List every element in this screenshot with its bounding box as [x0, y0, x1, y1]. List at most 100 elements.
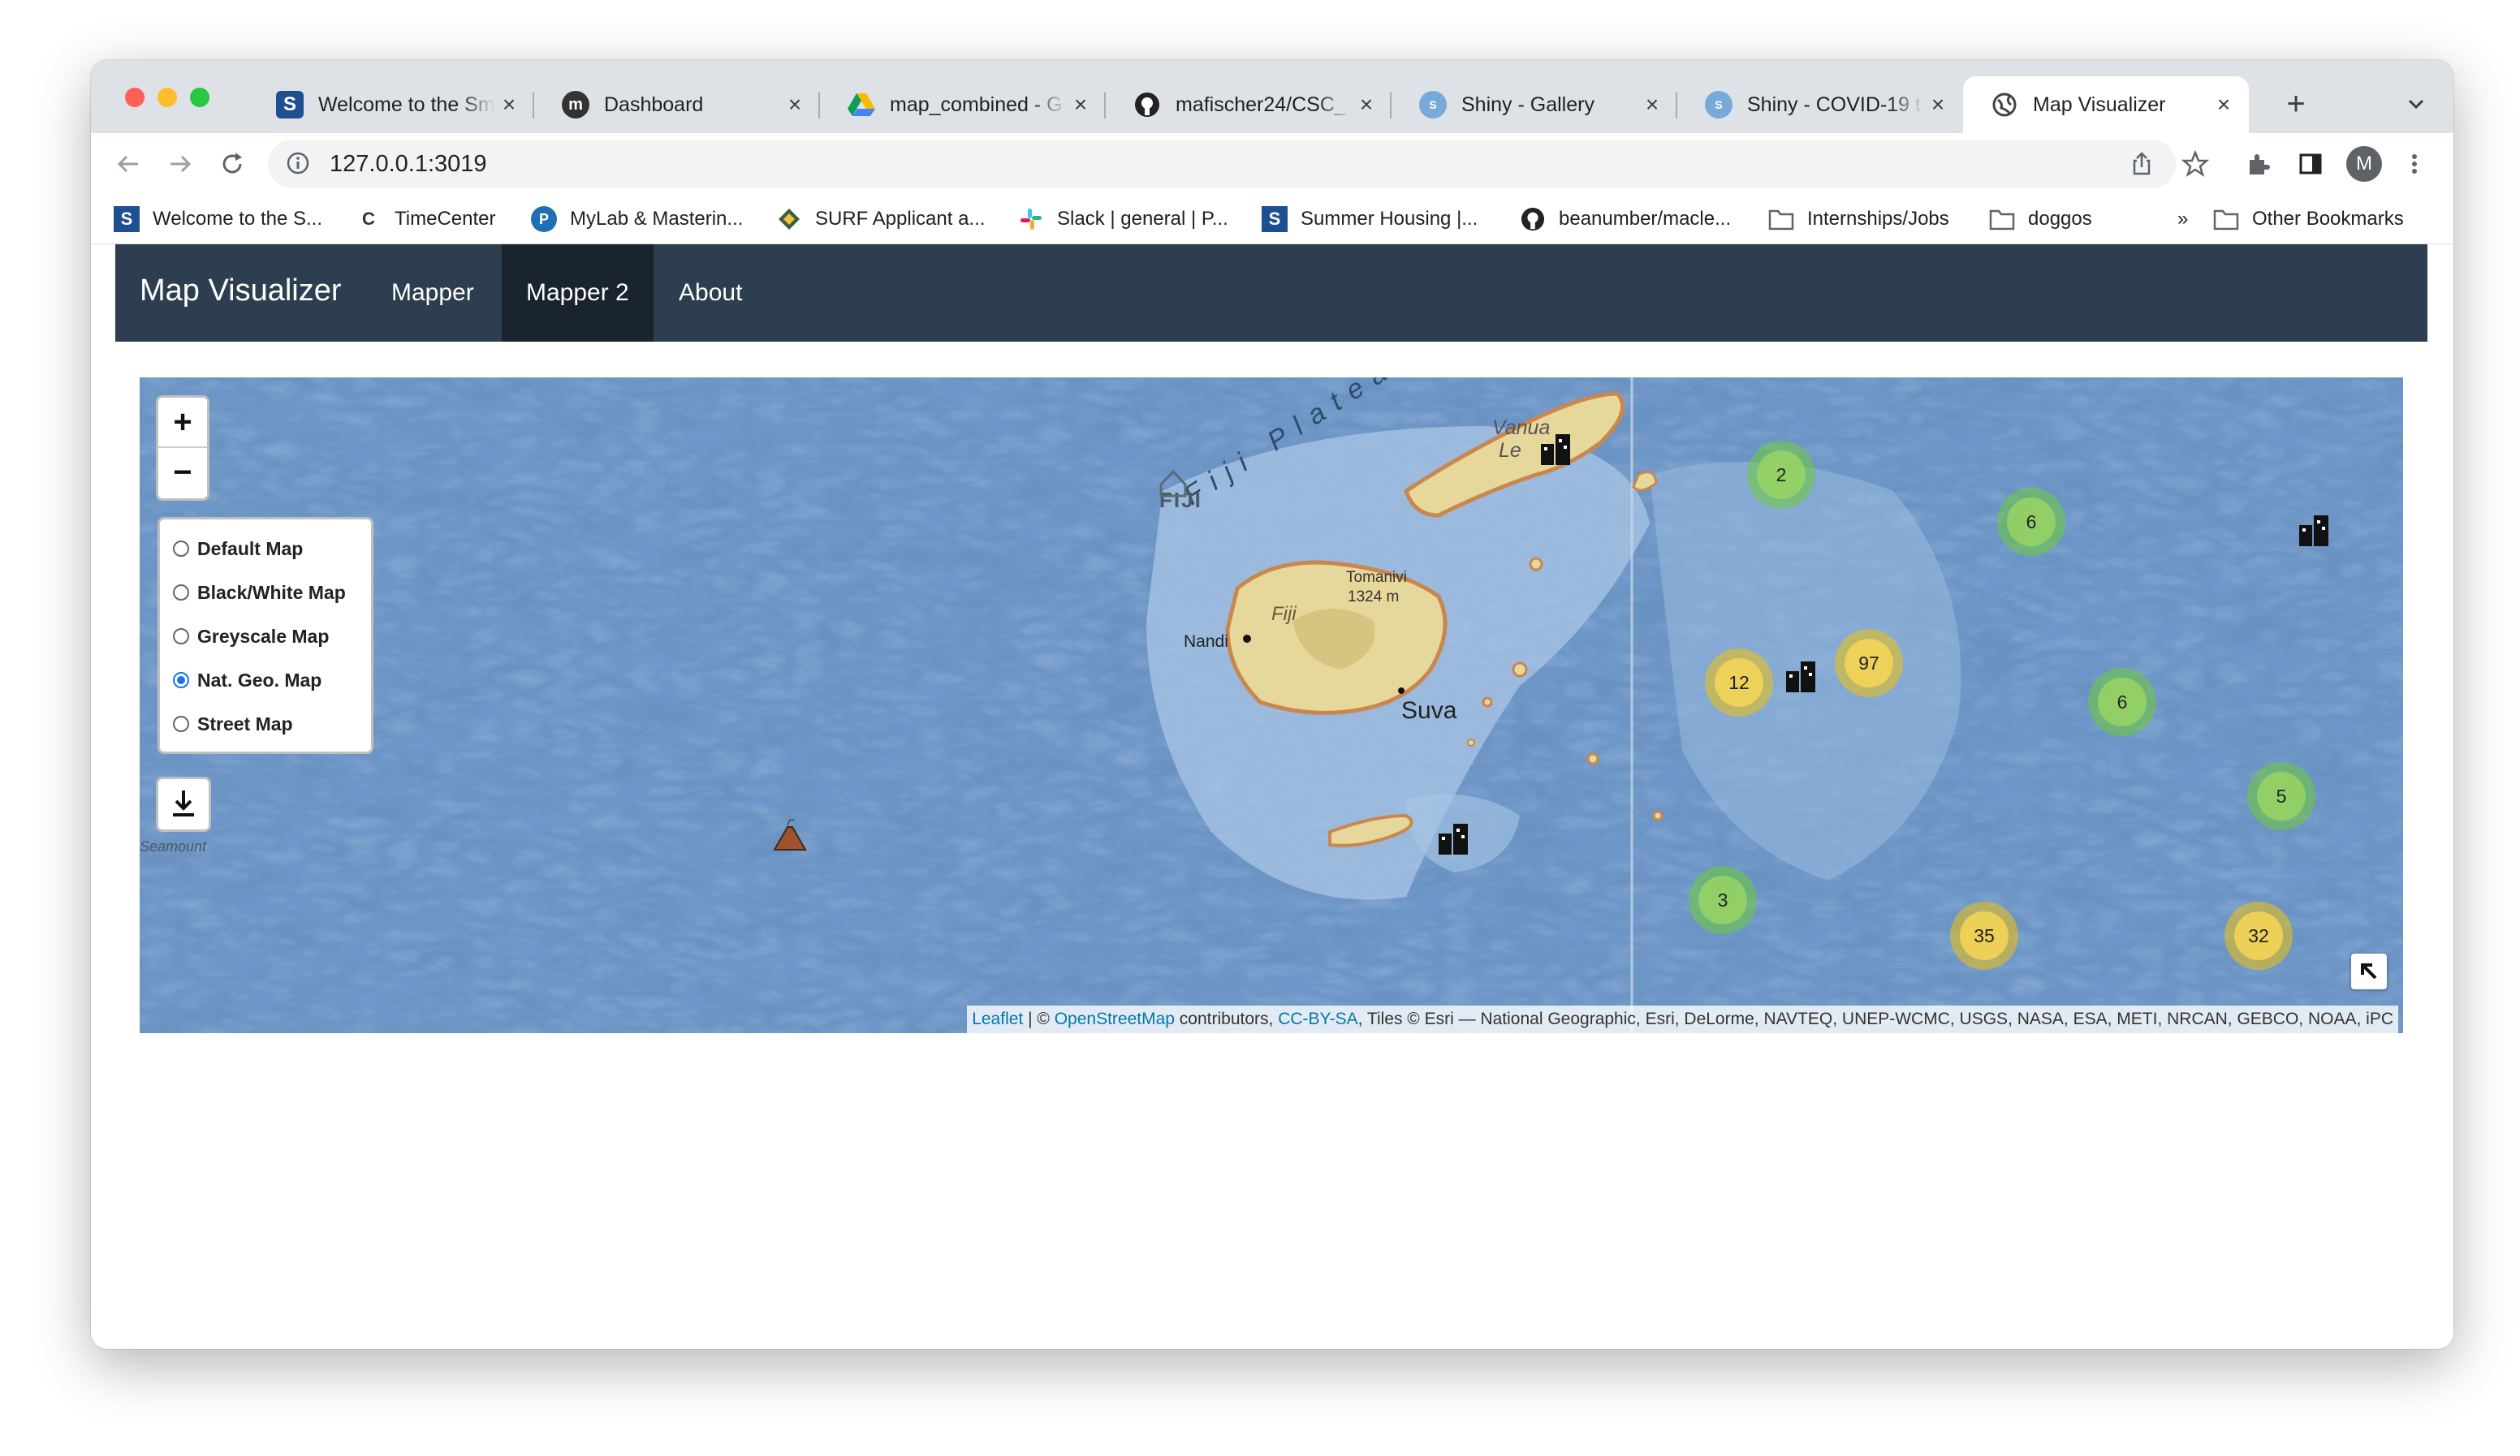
site-info-icon[interactable] — [286, 151, 310, 175]
side-panel-icon[interactable] — [2289, 143, 2332, 185]
close-tab-icon[interactable]: × — [1353, 92, 1380, 118]
marker-cluster[interactable]: 97 — [1835, 629, 1903, 697]
layer-option-street[interactable]: Street Map — [173, 708, 293, 740]
bookmark-label: Internships/Jobs — [1807, 208, 1949, 230]
browser-tab[interactable]: m Dashboard × — [534, 76, 820, 133]
maximize-window-button[interactable] — [190, 88, 209, 107]
marker-cluster[interactable]: 2 — [1747, 441, 1815, 509]
map-label-nandi: Nandi — [1184, 632, 1228, 651]
browser-tab[interactable]: mafischer24/CSC_ × — [1106, 76, 1392, 133]
marker-cluster[interactable]: 12 — [1705, 648, 1773, 717]
forward-arrow-icon[interactable] — [159, 143, 201, 185]
extensions-puzzle-icon[interactable] — [2237, 143, 2280, 185]
close-tab-icon[interactable]: × — [1924, 92, 1952, 118]
nav-mapper[interactable]: Mapper — [367, 244, 498, 342]
bookmark-item[interactable]: SURF Applicant a... — [776, 205, 985, 234]
map-label-suva: Suva — [1401, 697, 1457, 724]
cluster-count: 12 — [1715, 658, 1763, 707]
nav-about[interactable]: About — [654, 244, 766, 342]
cluster-count: 2 — [1757, 450, 1806, 499]
layer-radio[interactable] — [173, 716, 189, 732]
browser-toolbar: 127.0.0.1:3019 M — [91, 133, 2453, 195]
volcano-marker-icon[interactable] — [770, 814, 810, 855]
close-tab-icon[interactable]: × — [495, 92, 523, 118]
page-content: Map Visualizer Mapper Mapper 2 About FIJ… — [91, 244, 2453, 1349]
marker-cluster[interactable]: 32 — [2224, 902, 2293, 970]
browser-tab[interactable]: S Shiny - Gallery × — [1392, 76, 1677, 133]
layer-option-greyscale[interactable]: Greyscale Map — [173, 620, 329, 653]
browser-tab[interactable]: S Shiny - COVID-19 t × — [1677, 76, 1963, 133]
browser-window: S Welcome to the Sm × m Dashboard × map_… — [91, 60, 2453, 1349]
layer-option-black-white[interactable]: Black/White Map — [173, 576, 346, 609]
bookmark-item[interactable]: C TimeCenter — [356, 205, 495, 234]
layer-option-nat-geo[interactable]: Nat. Geo. Map — [173, 664, 321, 696]
moodle-icon: m — [562, 91, 589, 118]
tab-title: Map Visualizer — [2033, 93, 2166, 116]
license-link[interactable]: CC-BY-SA — [1278, 1010, 1357, 1028]
building-marker-icon[interactable] — [1781, 657, 1822, 697]
map-label-levu: Le — [1499, 439, 1521, 462]
more-options-icon[interactable] — [2393, 143, 2436, 185]
layer-radio-selected[interactable] — [173, 672, 189, 688]
marker-cluster[interactable]: 6 — [1997, 488, 2065, 556]
bookmark-label: MyLab & Masterin... — [570, 208, 744, 230]
address-bar[interactable]: 127.0.0.1:3019 — [268, 140, 2176, 188]
marker-cluster[interactable]: 5 — [2247, 762, 2315, 830]
zoom-in-button[interactable]: + — [158, 398, 207, 448]
browser-tab[interactable]: map_combined - G × — [820, 76, 1106, 133]
building-marker-icon[interactable] — [2294, 510, 2335, 551]
building-marker-icon[interactable] — [1536, 429, 1577, 470]
bookmark-item[interactable]: S Summer Housing |... — [1262, 205, 1478, 234]
bookmark-label: Summer Housing |... — [1301, 208, 1478, 230]
app-brand[interactable]: Map Visualizer — [140, 274, 342, 308]
bookmark-item[interactable]: P MyLab & Masterin... — [531, 205, 743, 234]
share-icon[interactable] — [2121, 143, 2163, 185]
bookmark-star-icon[interactable] — [2174, 143, 2216, 185]
slack-icon — [1018, 206, 1044, 232]
bookmarks-overflow-button[interactable]: » — [2177, 205, 2188, 234]
close-tab-icon[interactable]: × — [781, 92, 809, 118]
fullscreen-button[interactable] — [2351, 954, 2387, 989]
bookmark-item[interactable]: Slack | general | P... — [1018, 205, 1228, 234]
zoom-out-button[interactable]: − — [158, 448, 207, 497]
marker-cluster[interactable]: 6 — [2088, 668, 2156, 736]
marker-cluster[interactable]: 3 — [1689, 866, 1757, 934]
folder-icon — [1989, 206, 2015, 232]
openstreetmap-link[interactable]: OpenStreetMap — [1055, 1010, 1175, 1028]
leaflet-link[interactable]: Leaflet — [972, 1010, 1023, 1028]
marker-cluster[interactable]: 35 — [1950, 902, 2018, 970]
layer-radio[interactable] — [173, 541, 189, 557]
nav-mapper-2[interactable]: Mapper 2 — [502, 244, 654, 342]
back-arrow-icon[interactable] — [107, 143, 149, 185]
minimize-window-button[interactable] — [158, 88, 177, 107]
smith-s-icon: S — [1262, 206, 1288, 232]
lighthouse-marker-icon[interactable] — [1153, 460, 1193, 501]
close-window-button[interactable] — [125, 88, 145, 107]
leaflet-map[interactable]: Fiji Plateau FIJI Fiji Vanua Le Tomanivi… — [140, 377, 2403, 1033]
layer-option-default[interactable]: Default Map — [173, 532, 303, 565]
close-tab-icon[interactable]: × — [1067, 92, 1094, 118]
layer-radio[interactable] — [173, 628, 189, 644]
profile-avatar[interactable]: M — [2346, 146, 2382, 182]
smith-s-icon: S — [114, 206, 140, 232]
bookmark-folder[interactable]: Internships/Jobs — [1768, 205, 1949, 234]
cluster-count: 35 — [1960, 911, 2009, 960]
bookmark-item[interactable]: S Welcome to the S... — [114, 205, 322, 234]
building-marker-icon[interactable] — [1434, 819, 1474, 859]
layer-radio[interactable] — [173, 584, 189, 601]
browser-tab-active[interactable]: Map Visualizer × — [1963, 76, 2249, 133]
new-tab-button[interactable]: + — [2272, 80, 2320, 128]
download-map-button[interactable] — [156, 777, 211, 832]
bookmark-item[interactable]: beanumber/macle... — [1520, 205, 1731, 234]
close-tab-icon[interactable]: × — [1638, 92, 1666, 118]
layer-label: Default Map — [197, 537, 304, 559]
reload-icon[interactable] — [211, 143, 253, 185]
bookmark-label: Welcome to the S... — [153, 208, 322, 230]
other-bookmarks-folder[interactable]: Other Bookmarks — [2213, 205, 2404, 234]
map-attribution: Leaflet | © OpenStreetMap contributors, … — [967, 1006, 2398, 1033]
bookmark-label: Slack | general | P... — [1057, 208, 1228, 230]
tab-search-chevron-icon[interactable] — [2397, 84, 2436, 123]
browser-tab[interactable]: S Welcome to the Sm × — [248, 76, 534, 133]
bookmark-folder[interactable]: doggos — [1989, 205, 2092, 234]
close-tab-icon[interactable]: × — [2210, 92, 2237, 118]
